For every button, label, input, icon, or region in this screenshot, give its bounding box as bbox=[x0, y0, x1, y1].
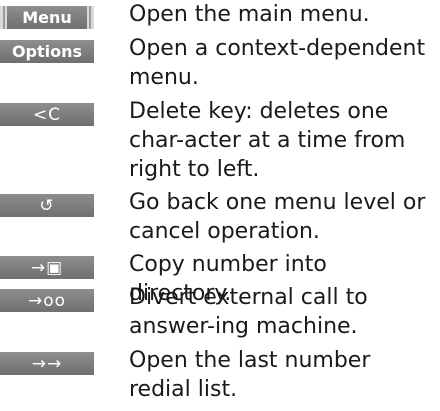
copy-to-directory-icon: →▣ bbox=[30, 257, 64, 278]
redial-list-key[interactable]: →→ bbox=[0, 352, 94, 375]
back-arrow-icon: ↺ bbox=[39, 195, 55, 216]
options-key-label: Options bbox=[11, 42, 83, 61]
menu-softkey[interactable]: Menu bbox=[0, 6, 94, 29]
redial-description: Open the last number redial list. bbox=[129, 348, 371, 402]
copy-to-directory-key[interactable]: →▣ bbox=[0, 256, 94, 279]
menu-description: Open the main menu. bbox=[129, 2, 370, 27]
menu-key-label: Menu bbox=[22, 8, 72, 27]
delete-key[interactable]: <C bbox=[0, 103, 94, 126]
redial-list-icon: →→ bbox=[31, 353, 63, 374]
options-softkey[interactable]: Options bbox=[0, 40, 94, 63]
delete-key-icon: <C bbox=[32, 104, 62, 125]
options-description: Open a context-dependent menu. bbox=[129, 36, 426, 90]
answering-machine-icon: →oo bbox=[27, 290, 67, 311]
back-key[interactable]: ↺ bbox=[0, 194, 94, 217]
answering-machine-key[interactable]: →oo bbox=[0, 289, 94, 312]
delete-description: Delete key: deletes one char-acter at a … bbox=[129, 99, 406, 182]
divert-description: Divert external call to answer-ing machi… bbox=[129, 285, 368, 339]
back-description: Go back one menu level or cancel operati… bbox=[129, 190, 426, 244]
